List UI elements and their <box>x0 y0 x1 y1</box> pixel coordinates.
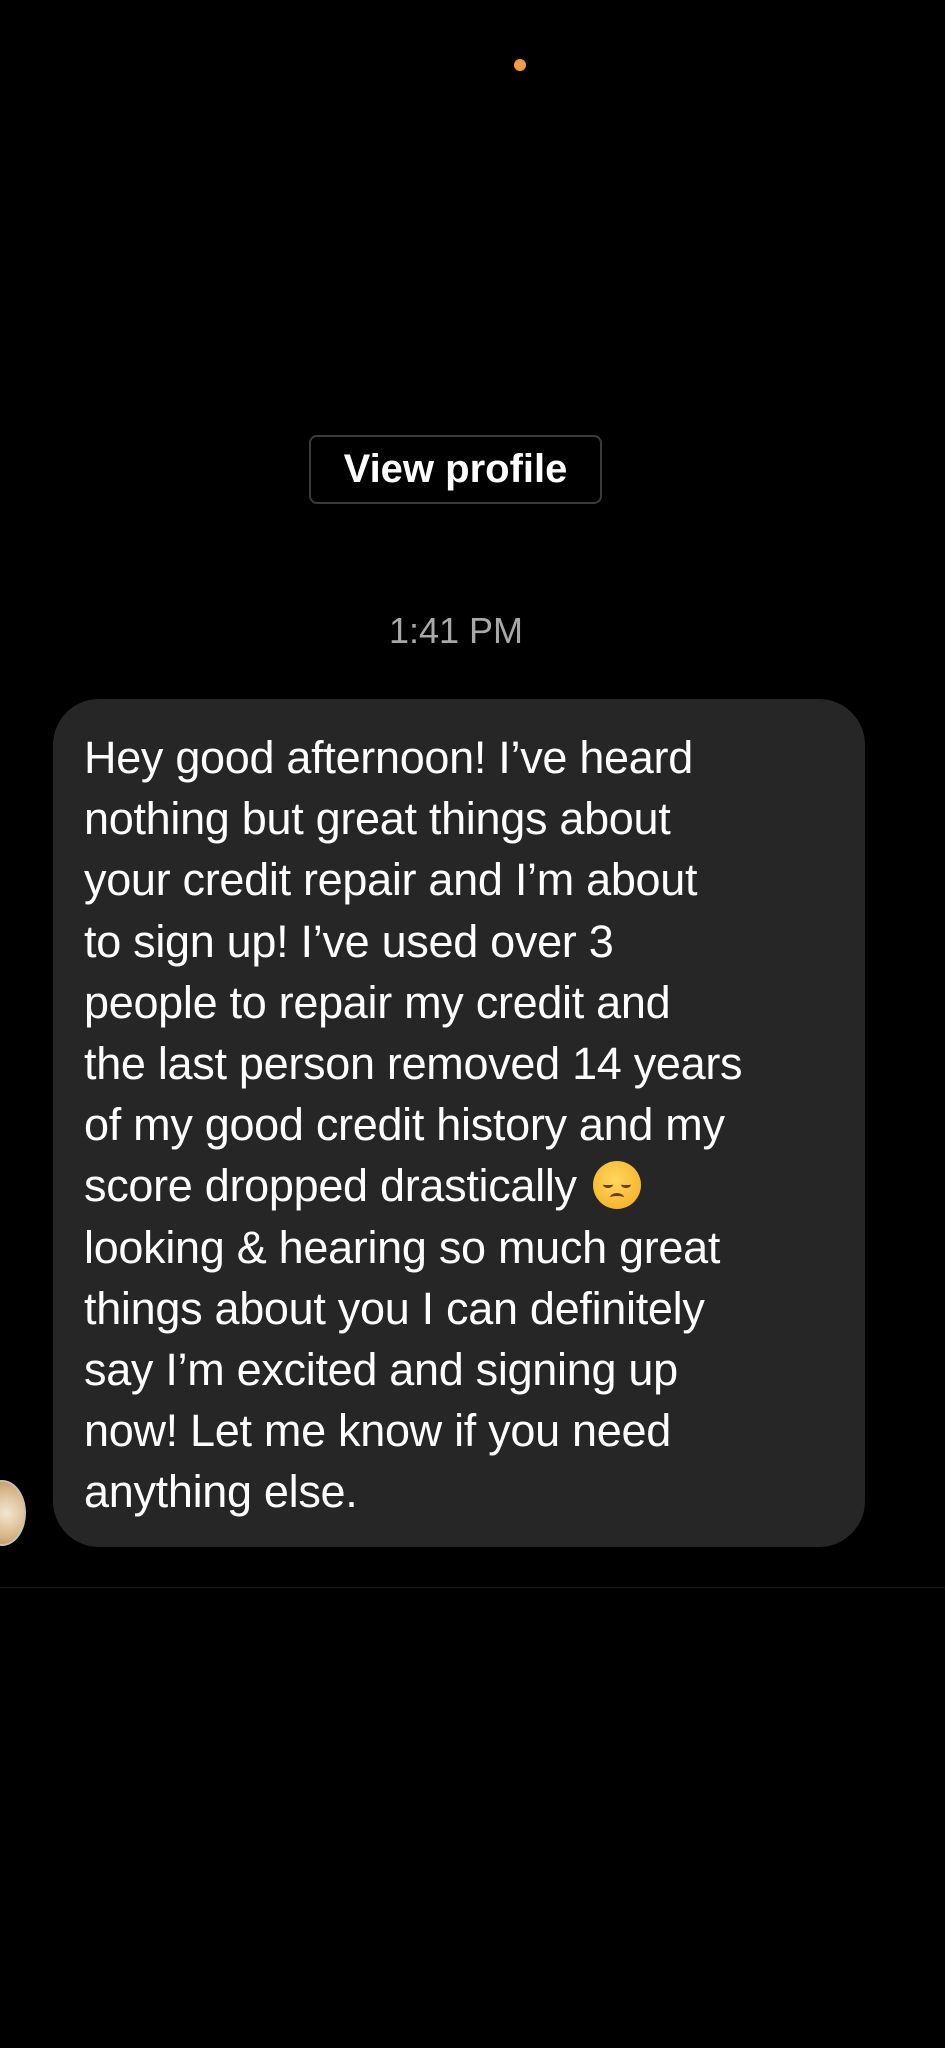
status-indicator-dot <box>514 59 526 71</box>
divider <box>0 1587 945 1588</box>
sender-avatar[interactable] <box>0 1480 26 1546</box>
message-bubble[interactable]: Hey good afternoon! I’ve heard nothing b… <box>53 699 865 1547</box>
view-profile-button[interactable]: View profile <box>309 435 602 504</box>
disappointed-face-emoji-icon <box>592 1161 641 1210</box>
message-timestamp: 1:41 PM <box>388 610 524 651</box>
message-text: Hey good afternoon! I’ve heard nothing b… <box>84 727 835 1523</box>
message-text-part-1: Hey good afternoon! I’ve heard nothing b… <box>84 732 743 1212</box>
message-text-part-2: looking & hearing so much great things a… <box>84 1221 721 1518</box>
